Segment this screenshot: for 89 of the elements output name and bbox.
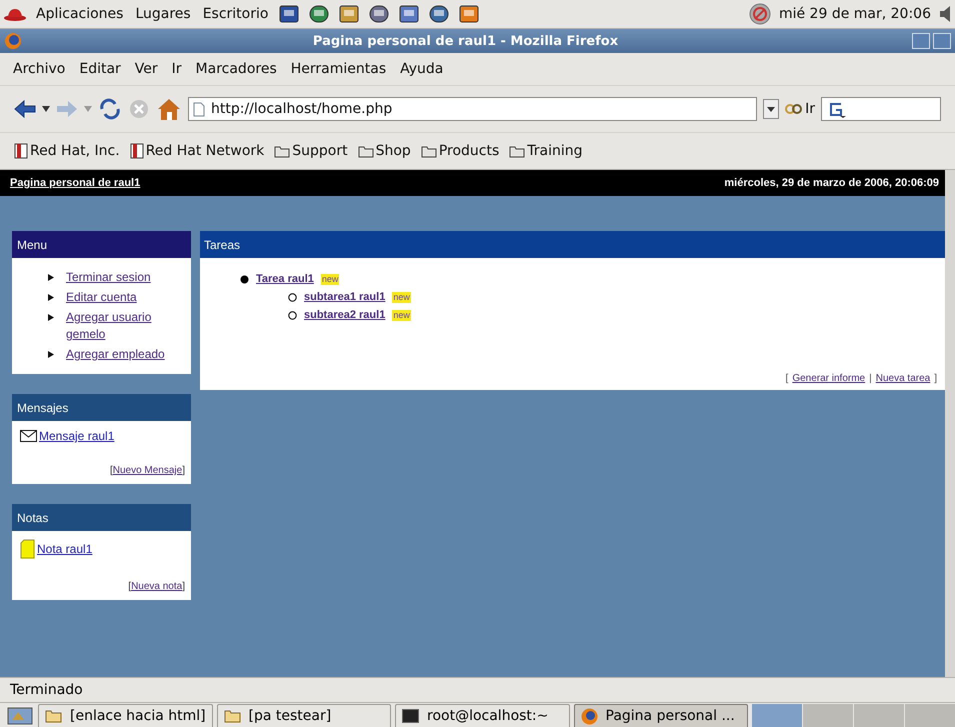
new-badge: new — [392, 292, 411, 302]
status-text: Terminado — [10, 682, 83, 698]
dropdown-caret-icon — [763, 99, 780, 119]
bookmark[interactable]: Shop — [358, 143, 411, 159]
filled-bullet-icon — [240, 274, 249, 284]
reload-icon — [98, 98, 122, 120]
menu-item[interactable]: Ver — [130, 59, 163, 79]
new-badge: new — [320, 274, 340, 284]
action-link[interactable]: Nueva nota — [131, 581, 182, 592]
action-link[interactable]: Nuevo Mensaje — [112, 465, 182, 476]
bracket: ] — [182, 465, 185, 476]
back-icon — [14, 99, 36, 119]
bullet-arrow-icon — [48, 274, 54, 281]
bookmark[interactable]: Red Hat, Inc. — [14, 143, 120, 159]
date-time: miércoles, 29 de marzo de 2006, 20:06:09 — [724, 177, 939, 189]
folder-icon — [274, 144, 290, 158]
folder-icon — [509, 144, 526, 158]
panel-title: Notas — [17, 510, 48, 524]
menu-link[interactable]: Agregar empleado — [66, 346, 165, 363]
note-link[interactable]: Nota raul1 — [37, 542, 92, 556]
bookmark[interactable]: Support — [274, 143, 348, 159]
hollow-bullet-icon — [288, 292, 297, 302]
action-link[interactable]: Nueva tarea — [876, 373, 930, 384]
no-network-icon — [748, 3, 771, 25]
panel-menu[interactable]: Lugares — [133, 4, 193, 24]
address-field[interactable]: http://localhost/home.php — [188, 97, 758, 121]
bookmark[interactable]: Red Hat Network — [130, 143, 264, 159]
menu-link[interactable]: Terminar sesion — [66, 269, 151, 286]
hollow-bullet-icon — [288, 310, 297, 320]
volume-icon — [939, 5, 951, 23]
menu-item[interactable]: Editar — [74, 59, 126, 79]
bracket: [ — [786, 373, 788, 384]
bookmark-page-icon — [130, 143, 144, 159]
dropdown-caret-icon — [84, 106, 92, 112]
menu-link[interactable]: Agregar usuario gemelo — [66, 309, 185, 343]
maximize-button[interactable] — [933, 33, 951, 49]
task-link[interactable]: subtarea1 raul1 — [304, 291, 386, 303]
menu-item[interactable]: Ayuda — [395, 59, 448, 79]
site-title-link[interactable]: Pagina personal de raul1 — [10, 177, 140, 189]
hat-icon — [4, 6, 26, 22]
panel-menu[interactable]: Aplicaciones — [34, 4, 126, 24]
folder-icon — [420, 144, 437, 158]
panel-title: Tareas — [204, 238, 240, 252]
page-icon — [193, 102, 205, 116]
menu-item[interactable]: Marcadores — [190, 59, 282, 79]
go-button[interactable]: Ir — [785, 101, 815, 117]
message-link[interactable]: Mensaje raul1 — [39, 429, 114, 443]
taskbar-button[interactable]: [enlace hacia html] — [38, 704, 212, 727]
menu-item[interactable]: Ir — [166, 59, 187, 79]
bracket: [ — [128, 581, 132, 592]
new-badge: new — [392, 310, 411, 320]
task-link[interactable]: subtarea2 raul1 — [304, 309, 386, 321]
workspace-switcher[interactable] — [752, 704, 955, 727]
note-icon — [20, 539, 35, 559]
panel-clock[interactable]: mié 29 de mar, 20:06 — [778, 6, 931, 22]
search-field[interactable] — [821, 97, 941, 121]
folder-icon — [358, 144, 374, 158]
forward-icon — [56, 99, 78, 119]
stop-icon — [128, 98, 150, 120]
folder-icon — [224, 709, 240, 723]
bullet-arrow-icon — [48, 351, 54, 358]
taskbar-button[interactable]: [pa testear] — [216, 704, 391, 727]
taskbar-button[interactable]: root@localhost:~ — [395, 704, 570, 727]
minimize-button[interactable] — [912, 33, 930, 49]
taskbar-button[interactable]: Pagina personal ... — [574, 704, 748, 727]
bracket: ] — [934, 373, 937, 384]
menu-item[interactable]: Herramientas — [286, 59, 392, 79]
menu-item[interactable]: Archivo — [8, 59, 70, 79]
bookmark[interactable]: Training — [509, 143, 583, 159]
panel-title: Mensajes — [17, 400, 68, 414]
folder-icon — [45, 709, 62, 723]
action-link[interactable]: Generar informe — [792, 373, 866, 384]
dropdown-caret-icon — [42, 106, 50, 112]
home-icon — [156, 97, 182, 121]
window-title: Pagina personal de raul1 - Mozilla Firefox — [312, 34, 620, 48]
task-link[interactable]: Tarea raul1 — [256, 273, 314, 285]
bookmark[interactable]: Products — [420, 143, 500, 159]
go-icon — [785, 103, 804, 115]
bullet-arrow-icon — [48, 314, 54, 321]
bracket: [ — [110, 465, 113, 476]
bullet-arrow-icon — [48, 294, 54, 301]
separator: | — [869, 373, 872, 384]
panel-title: Menu — [17, 238, 48, 252]
envelope-icon — [20, 430, 37, 442]
menu-link[interactable]: Editar cuenta — [66, 289, 137, 306]
panel-menu[interactable]: Escritorio — [200, 4, 270, 24]
terminal-icon — [402, 709, 419, 723]
bracket: ] — [182, 581, 185, 592]
bookmark-page-icon — [14, 143, 28, 159]
